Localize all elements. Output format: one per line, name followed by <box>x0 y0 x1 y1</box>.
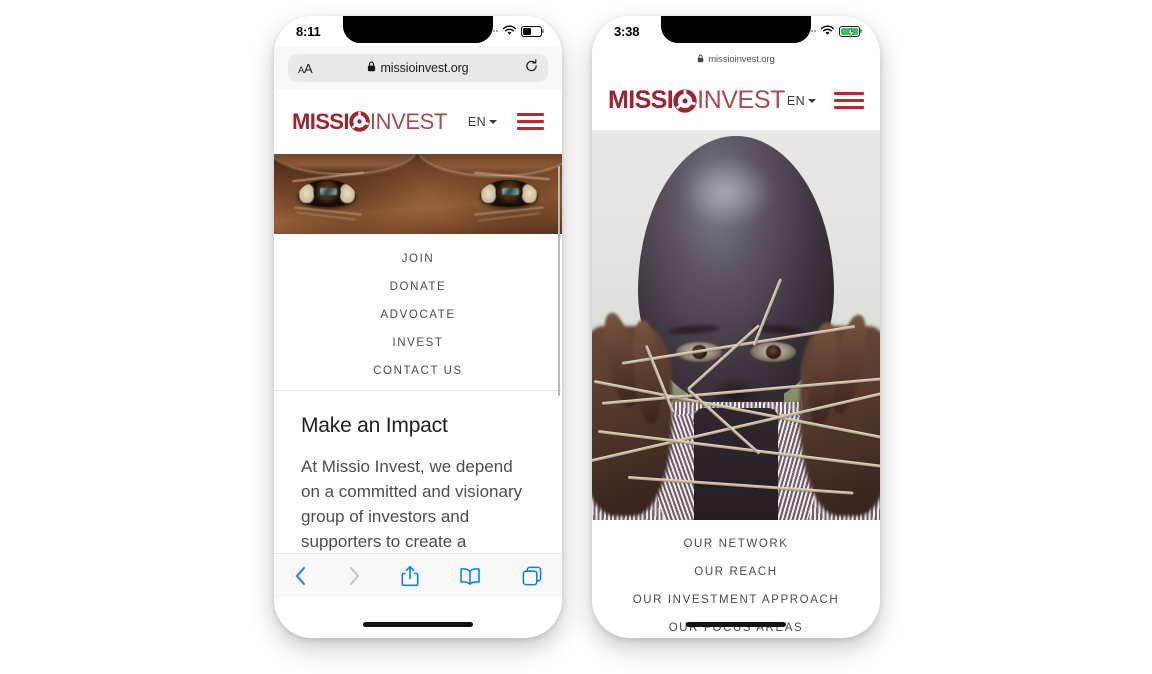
right-phone-notch <box>661 16 811 43</box>
right-language-label: EN <box>786 93 805 108</box>
share-icon[interactable] <box>401 565 419 587</box>
chevron-down-icon <box>808 98 816 103</box>
left-language-selector[interactable]: EN <box>468 115 497 129</box>
logo-missio-text: MISSI <box>292 108 350 134</box>
left-status-time: 8:11 <box>296 23 321 39</box>
right-home-indicator[interactable] <box>686 622 786 627</box>
logo-invest-text: INVEST <box>369 108 447 134</box>
left-phone-notch <box>343 16 493 43</box>
screenshot-canvas: 8:11 AA missioinvest.org MISSI INVEST EN… <box>0 0 1152 674</box>
left-hero-image <box>274 154 562 234</box>
child-string-game-photograph <box>592 130 880 520</box>
wifi-icon <box>820 24 835 39</box>
battery-charging-icon <box>839 25 860 38</box>
lock-icon <box>697 50 704 68</box>
logo-invest-text: INVEST <box>697 86 785 114</box>
right-language-selector[interactable]: EN <box>787 94 816 108</box>
wifi-icon <box>502 24 517 39</box>
text-size-button[interactable]: AA <box>298 60 313 76</box>
left-safari-address-bar: AA missioinvest.org <box>274 46 562 90</box>
right-phone-device: 3:38 missioinvest.org MISSI INVEST EN OU… <box>592 16 880 638</box>
nav-item-our-investment-approach[interactable]: OUR INVESTMENT APPROACH <box>633 594 840 606</box>
left-phone-device: 8:11 AA missioinvest.org MISSI INVEST EN… <box>274 16 562 638</box>
chevron-down-icon <box>489 119 497 124</box>
logo-circle-mark-icon <box>349 111 370 132</box>
eyes-photograph <box>274 154 562 234</box>
nav-item-join[interactable]: JOIN <box>402 253 435 265</box>
aa-large-letter: A <box>304 60 313 76</box>
child-right-eye <box>750 342 796 362</box>
nav-item-contact-us[interactable]: CONTACT US <box>373 365 463 377</box>
logo-missio-text: MISSI <box>608 86 674 114</box>
right-site-header: MISSI INVEST EN <box>592 72 880 130</box>
article-heading: Make an Impact <box>301 414 448 437</box>
forward-chevron-icon <box>348 566 361 586</box>
left-language-label: EN <box>467 114 486 129</box>
back-chevron-icon[interactable] <box>294 566 307 586</box>
right-hamburger-menu-icon[interactable] <box>834 91 864 110</box>
reload-icon[interactable] <box>525 58 538 78</box>
left-site-logo[interactable]: MISSI INVEST <box>292 109 447 135</box>
tabs-icon[interactable] <box>522 566 542 586</box>
right-eye-shape <box>480 180 538 207</box>
left-url-text: missioinvest.org <box>380 61 469 75</box>
left-safari-toolbar <box>274 553 562 598</box>
bookmarks-icon[interactable] <box>459 567 481 585</box>
lock-icon <box>367 59 376 77</box>
nav-item-our-reach[interactable]: OUR REACH <box>694 566 777 578</box>
left-hamburger-menu-icon[interactable] <box>517 113 544 130</box>
left-page-scrollbar[interactable] <box>557 166 560 396</box>
left-url-pill[interactable]: AA missioinvest.org <box>288 54 548 82</box>
right-site-logo[interactable]: MISSI INVEST <box>608 86 785 115</box>
right-phone-screen: 3:38 missioinvest.org MISSI INVEST EN OU… <box>592 16 880 638</box>
left-site-header: MISSI INVEST EN <box>274 90 562 154</box>
logo-circle-mark-icon <box>673 88 697 113</box>
left-home-indicator[interactable] <box>363 622 473 627</box>
right-site-nav: OUR NETWORK OUR REACH OUR INVESTMENT APP… <box>592 520 880 638</box>
left-phone-screen: 8:11 AA missioinvest.org MISSI INVEST EN… <box>274 16 562 638</box>
left-article: Make an Impact At Missio Invest, we depe… <box>274 406 562 638</box>
nav-item-our-network[interactable]: OUR NETWORK <box>683 538 788 550</box>
left-site-nav: JOIN DONATE ADVOCATE INVEST CONTACT US <box>274 234 562 386</box>
nav-item-advocate[interactable]: ADVOCATE <box>380 309 455 321</box>
right-url-text: missioinvest.org <box>708 53 775 65</box>
right-safari-address-bar[interactable]: missioinvest.org <box>592 46 880 72</box>
left-eye-shape <box>298 180 356 207</box>
battery-icon <box>521 25 542 37</box>
nav-item-invest[interactable]: INVEST <box>392 337 443 349</box>
right-status-time: 3:38 <box>614 23 640 39</box>
nav-item-donate[interactable]: DONATE <box>390 281 447 293</box>
right-hero-image <box>592 130 880 520</box>
left-nav-divider <box>274 390 562 391</box>
